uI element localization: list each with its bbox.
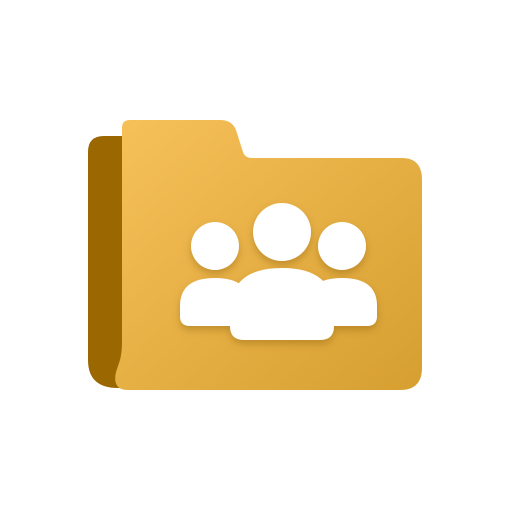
person-center-body bbox=[230, 268, 334, 340]
person-left-head bbox=[191, 222, 239, 270]
person-center-head bbox=[253, 203, 311, 261]
person-right-head bbox=[318, 222, 366, 270]
shared-folder-icon bbox=[88, 120, 422, 390]
shared-folder-icon-canvas bbox=[0, 0, 512, 512]
